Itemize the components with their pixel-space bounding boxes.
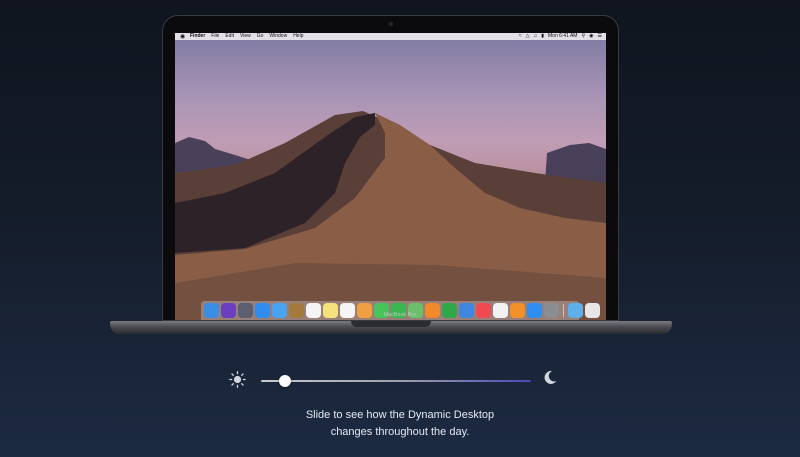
model-label: MacBook Pro <box>383 312 417 318</box>
caption-line-2: changes throughout the day. <box>330 426 470 438</box>
apple-menu-icon[interactable]: ◉ <box>180 34 186 40</box>
spotlight-icon[interactable]: ⚲ <box>581 33 585 40</box>
menu-file[interactable]: File <box>211 33 219 40</box>
camera <box>389 22 393 26</box>
caption-line-1: Slide to see how the Dynamic Desktop <box>305 409 495 421</box>
menu-view[interactable]: View <box>240 33 251 40</box>
airplay-icon[interactable]: △ <box>526 33 530 40</box>
laptop-screen: ◉ Finder File Edit View Go Window Help ≈… <box>175 33 606 320</box>
menu-go[interactable]: Go <box>257 33 264 40</box>
volume-icon[interactable]: ♫ <box>533 33 537 40</box>
sun-icon[interactable] <box>229 371 246 388</box>
moon-icon[interactable] <box>543 370 557 385</box>
caption: Slide to see how the Dynamic Desktop cha… <box>0 407 800 441</box>
mojave-wallpaper <box>175 111 606 320</box>
battery-icon[interactable]: ▮ <box>541 33 544 40</box>
status-area: ≈ △ ♫ ▮ Mon 6:41 AM ⚲ ◉ ☰ <box>519 33 602 40</box>
menu-window[interactable]: Window <box>269 33 287 40</box>
menu-finder[interactable]: Finder <box>190 33 205 40</box>
menu-bar: ◉ Finder File Edit View Go Window Help ≈… <box>175 33 606 40</box>
siri-menu-icon[interactable]: ◉ <box>589 33 593 40</box>
wifi-icon[interactable]: ≈ <box>519 33 522 40</box>
laptop-lid: ◉ Finder File Edit View Go Window Help ≈… <box>162 15 619 321</box>
lid-notch <box>351 321 431 327</box>
notification-center-icon[interactable]: ☰ <box>598 33 602 40</box>
dynamic-desktop-slider-track[interactable] <box>261 375 531 387</box>
clock[interactable]: Mon 6:41 AM <box>548 33 577 40</box>
laptop-base <box>110 321 672 334</box>
menu-help[interactable]: Help <box>293 33 303 40</box>
slider-thumb[interactable] <box>279 375 292 387</box>
menu-edit[interactable]: Edit <box>225 33 234 40</box>
